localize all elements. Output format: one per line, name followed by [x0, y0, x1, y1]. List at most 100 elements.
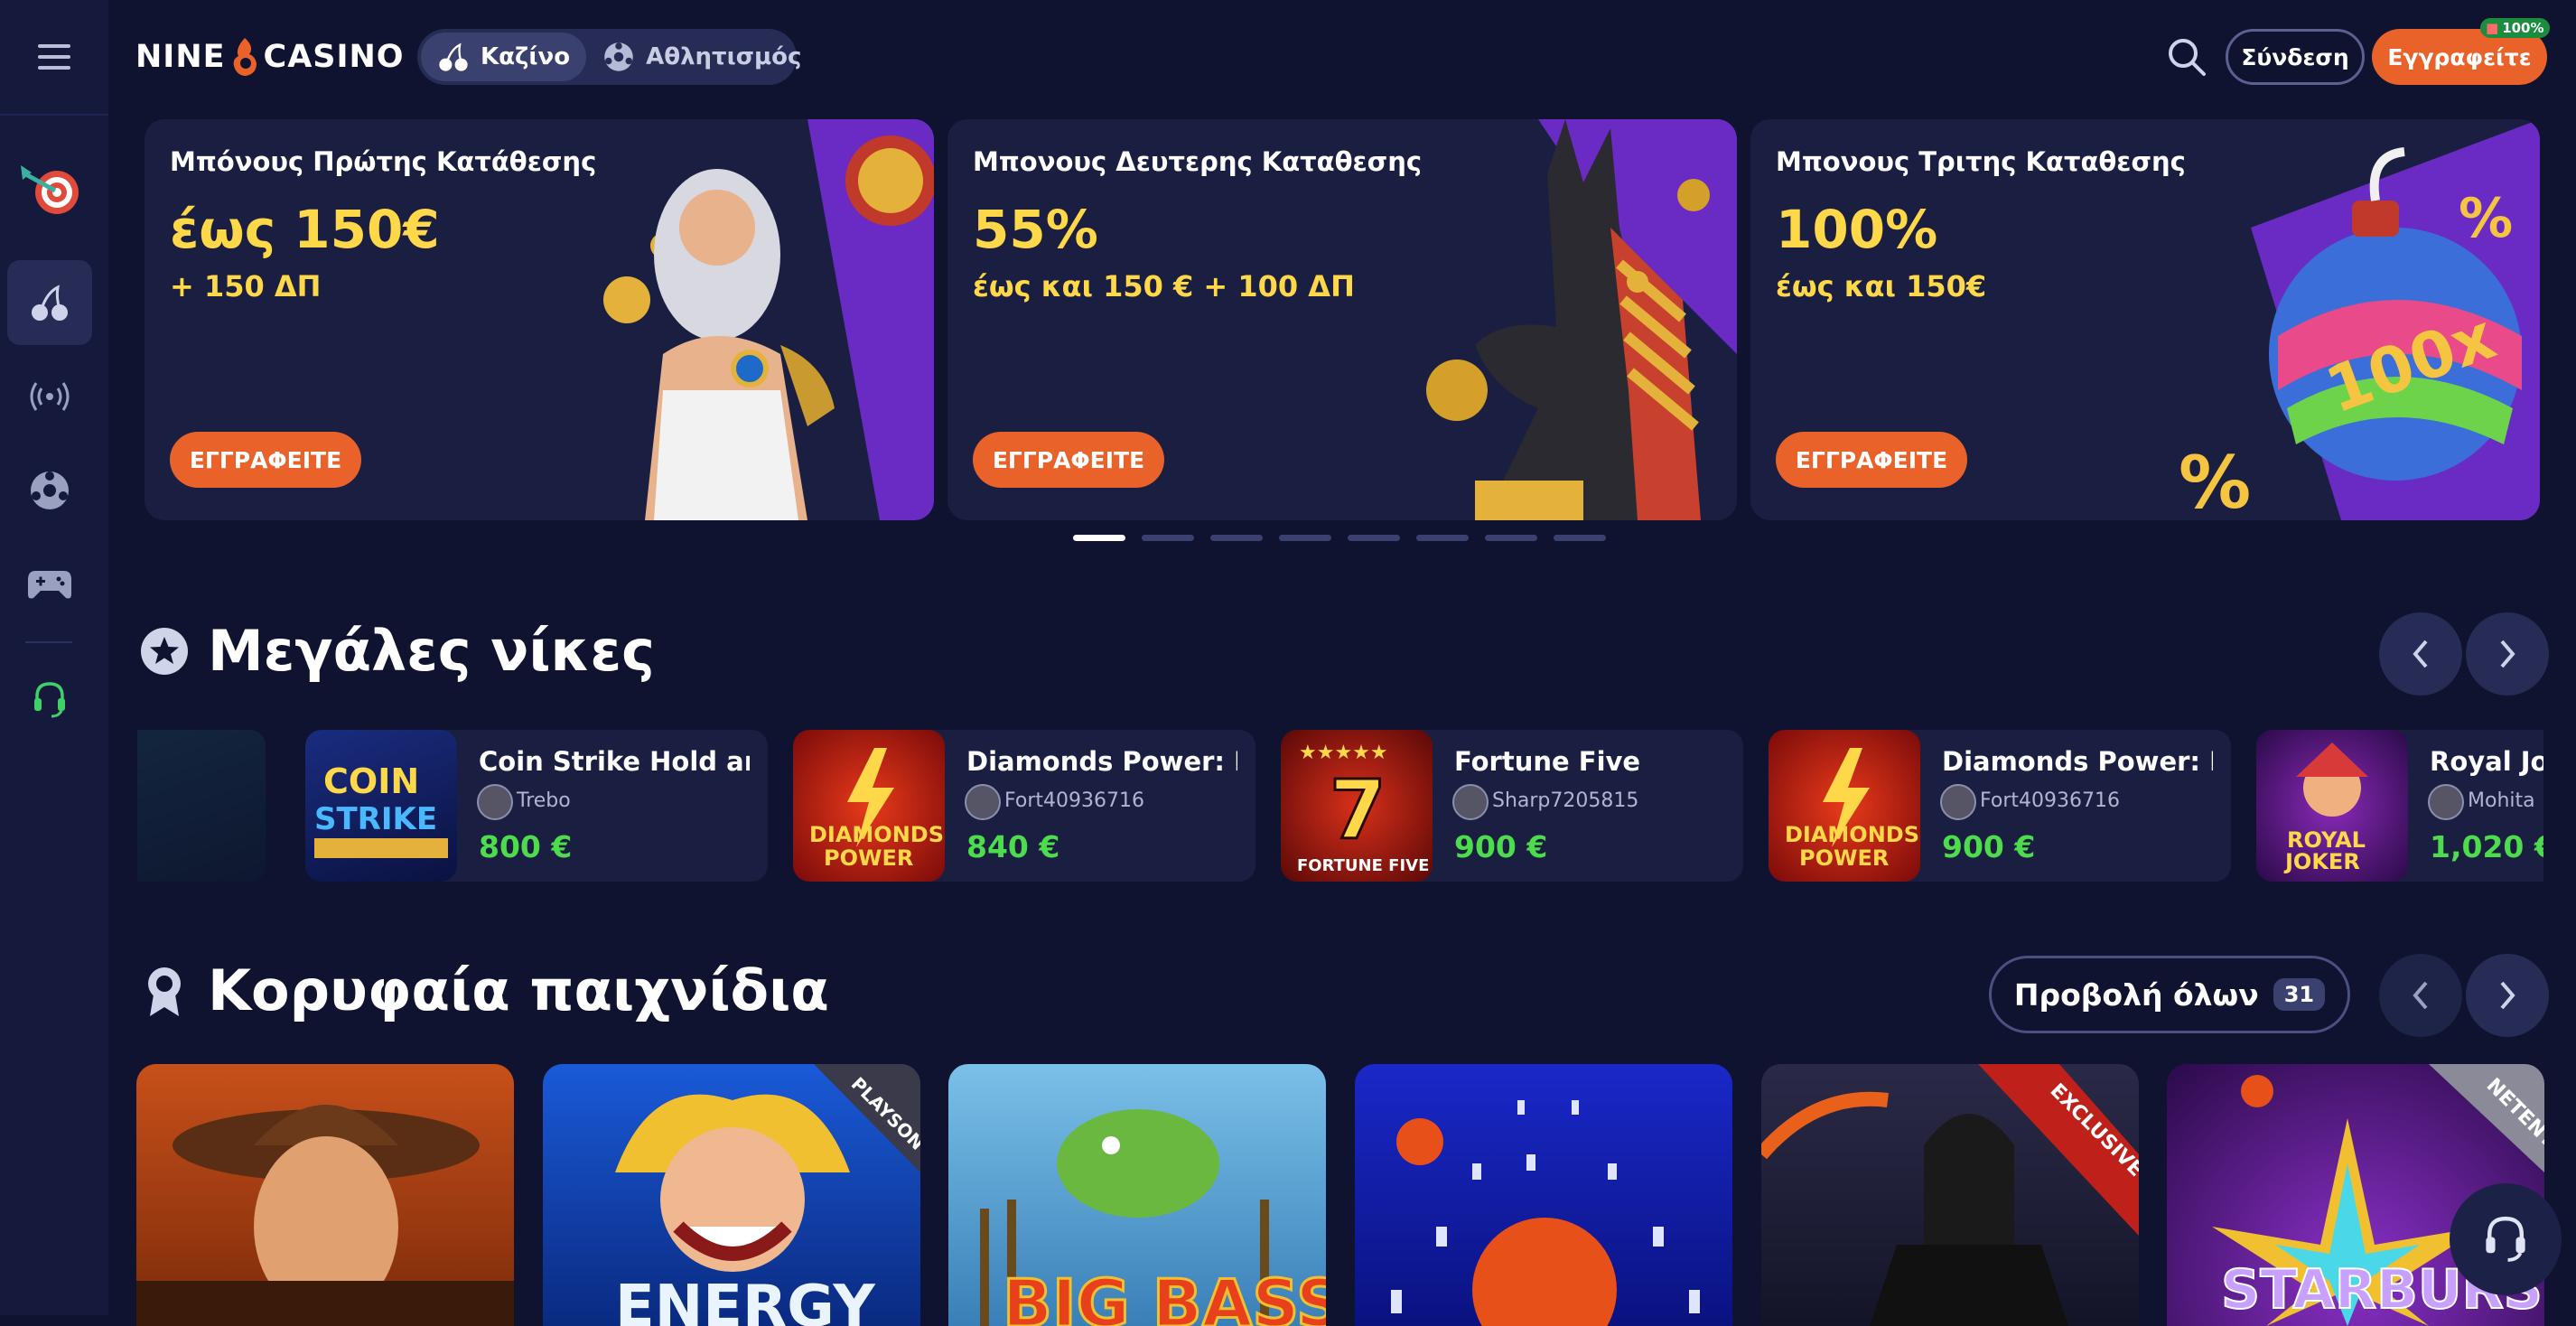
big-wins-heading: Μεγάλες νίκες — [139, 618, 655, 684]
game-thumbnail: COIN STRIKE — [305, 730, 457, 882]
sidebar-item-promotions[interactable] — [7, 146, 92, 231]
support-headset-icon — [34, 682, 65, 718]
chevron-right-icon — [2500, 981, 2515, 1010]
carousel-dot[interactable] — [1210, 535, 1263, 541]
big-wins-title: Μεγάλες νίκες — [208, 618, 655, 684]
sidebar-header — [0, 0, 108, 116]
carousel-dot[interactable] — [1279, 535, 1331, 541]
chevron-left-icon — [2413, 981, 2428, 1010]
banner-amount: 55% — [973, 199, 1098, 260]
brand-name-left: NINE — [135, 39, 226, 75]
game-tile[interactable] — [1355, 1064, 1732, 1326]
game-tile[interactable]: BIG BASS — [948, 1064, 1326, 1326]
promo-banner-third-deposit[interactable]: 100x % % Μπονους Τριτης Καταθεσης 100% έ… — [1750, 119, 2540, 520]
carousel-dot[interactable] — [1348, 535, 1400, 541]
svg-text:%: % — [2459, 187, 2513, 250]
win-username: Trebo — [517, 789, 571, 812]
svg-text:STRIKE: STRIKE — [314, 801, 437, 837]
soccer-ball-icon — [604, 42, 633, 71]
big-win-card[interactable]: 7 ★★★★★ FORTUNE FIVE Fortune Five Sharp720… — [1281, 730, 1743, 882]
game-tile[interactable] — [136, 1064, 514, 1326]
carousel-dot[interactable] — [1485, 535, 1537, 541]
banner-amount: 100% — [1776, 199, 1938, 260]
sidebar-item-sports[interactable] — [7, 448, 92, 533]
award-ribbon-icon — [148, 966, 181, 1016]
big-win-card[interactable]: DIAMONDSPOWER Diamonds Power: Hold and W… — [1769, 730, 2231, 882]
win-game-name: Fortune Five — [1454, 746, 1641, 777]
search-button[interactable] — [2166, 36, 2207, 78]
top-games-prev-button[interactable] — [2379, 954, 2462, 1037]
tab-casino[interactable]: Καζίνο — [421, 33, 587, 81]
sidebar-divider — [25, 641, 72, 643]
top-games-next-button[interactable] — [2466, 954, 2549, 1037]
promo-banner-second-deposit[interactable]: Μπονους Δευτερης Καταθεσης 55% έως και 1… — [947, 119, 1737, 520]
banner-register-button[interactable]: ΕΓΓΡΑΦΕΙΤΕ — [973, 432, 1164, 488]
sidebar-item-virtual[interactable] — [7, 542, 92, 627]
svg-text:DIAMONDS: DIAMONDS — [1785, 822, 1919, 847]
carousel-dot[interactable] — [1554, 535, 1606, 541]
support-chat-button[interactable] — [2450, 1183, 2562, 1295]
banner-subtext: + 150 ΔΠ — [170, 269, 322, 303]
svg-text:POWER: POWER — [824, 845, 913, 871]
game-thumbnail: 7 ★★★★★ FORTUNE FIVE — [1281, 730, 1433, 882]
chevron-left-icon — [2413, 640, 2428, 668]
banner-register-button[interactable]: ΕΓΓΡΑΦΕΙΤΕ — [1776, 432, 1967, 488]
big-win-card[interactable]: DIAMONDSPOWER Diamonds Power: Hold and W… — [793, 730, 1255, 882]
avatar — [965, 784, 1001, 820]
win-username: Sharp7205815 — [1492, 789, 1639, 812]
banner-title: Μπονους Τριτης Καταθεσης — [1776, 146, 2186, 177]
hamburger-menu-icon[interactable] — [38, 44, 70, 70]
cherry-icon — [439, 42, 468, 71]
carousel-dot[interactable] — [1073, 535, 1125, 541]
view-all-button[interactable]: Προβολή όλων 31 — [1989, 956, 2350, 1033]
game-tile[interactable]: EXCLUSIVE — [1761, 1064, 2139, 1326]
soccer-ball-icon — [31, 472, 69, 509]
search-icon — [2169, 39, 2206, 76]
avatar — [477, 784, 513, 820]
register-bonus-badge: ■ 100% — [2480, 18, 2550, 38]
view-all-label: Προβολή όλων — [2013, 976, 2259, 1013]
svg-text:7: 7 — [1330, 763, 1386, 858]
big-wins-next-button[interactable] — [2466, 612, 2549, 696]
game-tile[interactable]: ENERGY PLAYSON — [543, 1064, 920, 1326]
win-username: Mohita — [2468, 789, 2535, 812]
carousel-dot[interactable] — [1416, 535, 1469, 541]
tab-sports[interactable]: Αθλητισμός — [586, 33, 817, 81]
win-amount: 900 € — [1454, 829, 1548, 864]
vertical-switch: Καζίνο Αθλητισμός — [417, 29, 801, 85]
chevron-right-icon — [2500, 640, 2515, 668]
banner-subtext: έως και 150€ — [1776, 269, 1987, 303]
anubis-artwork — [1426, 119, 1737, 520]
sidebar — [0, 0, 108, 1315]
promo-banner-first-deposit[interactable]: Μπόνους Πρώτης Κατάθεσης έως 150€ + 150 … — [145, 119, 934, 520]
svg-text:★★★★★: ★★★★★ — [1299, 742, 1388, 764]
zeus-artwork — [603, 119, 934, 520]
banner-register-button[interactable]: ΕΓΓΡΑΦΕΙΤΕ — [170, 432, 361, 488]
banner-title: Μπονους Δευτερης Καταθεσης — [973, 146, 1423, 177]
brand-logo[interactable]: NINE CASINO — [135, 36, 405, 78]
game-thumbnail: ROYAL JOKER — [2256, 730, 2408, 882]
top-games-title: Κορυφαία παιχνίδια — [208, 957, 829, 1023]
top-header: NINE CASINO Καζίνο Αθλητισμός Σύνδεση Εγ… — [108, 0, 2576, 116]
sidebar-item-live[interactable] — [7, 354, 92, 439]
login-button[interactable]: Σύνδεση — [2226, 29, 2365, 85]
banner-amount: έως 150€ — [170, 199, 440, 260]
support-headset-icon — [2486, 1216, 2525, 1262]
sidebar-item-support[interactable] — [7, 658, 92, 742]
carousel-dot[interactable] — [1142, 535, 1194, 541]
sidebar-item-casino[interactable] — [7, 260, 92, 345]
register-badge-text: 100% — [2502, 20, 2544, 36]
win-game-name: Diamonds Power: Hold and Win — [1942, 746, 2213, 777]
big-wins-prev-button[interactable] — [2379, 612, 2462, 696]
big-win-card-partial[interactable] — [137, 730, 266, 882]
big-win-card[interactable]: ROYALJOKER Royal Joker Mohita 1,020 € — [2256, 730, 2543, 882]
win-game-name: Diamonds Power: Hold and Win — [966, 746, 1237, 777]
win-username: Fort40936716 — [1980, 789, 2120, 812]
game-thumbnail: DIAMONDS POWER — [1769, 730, 1920, 882]
gift-icon: ■ — [2486, 20, 2499, 36]
svg-text:POWER: POWER — [1799, 845, 1889, 871]
candy-bomb-artwork: 100x % % — [2179, 119, 2540, 520]
star-badge-icon — [141, 627, 188, 675]
big-win-card[interactable]: COINSTRIKE Coin Strike Hold and Win Treb… — [305, 730, 768, 882]
game-thumbnail — [137, 730, 266, 882]
